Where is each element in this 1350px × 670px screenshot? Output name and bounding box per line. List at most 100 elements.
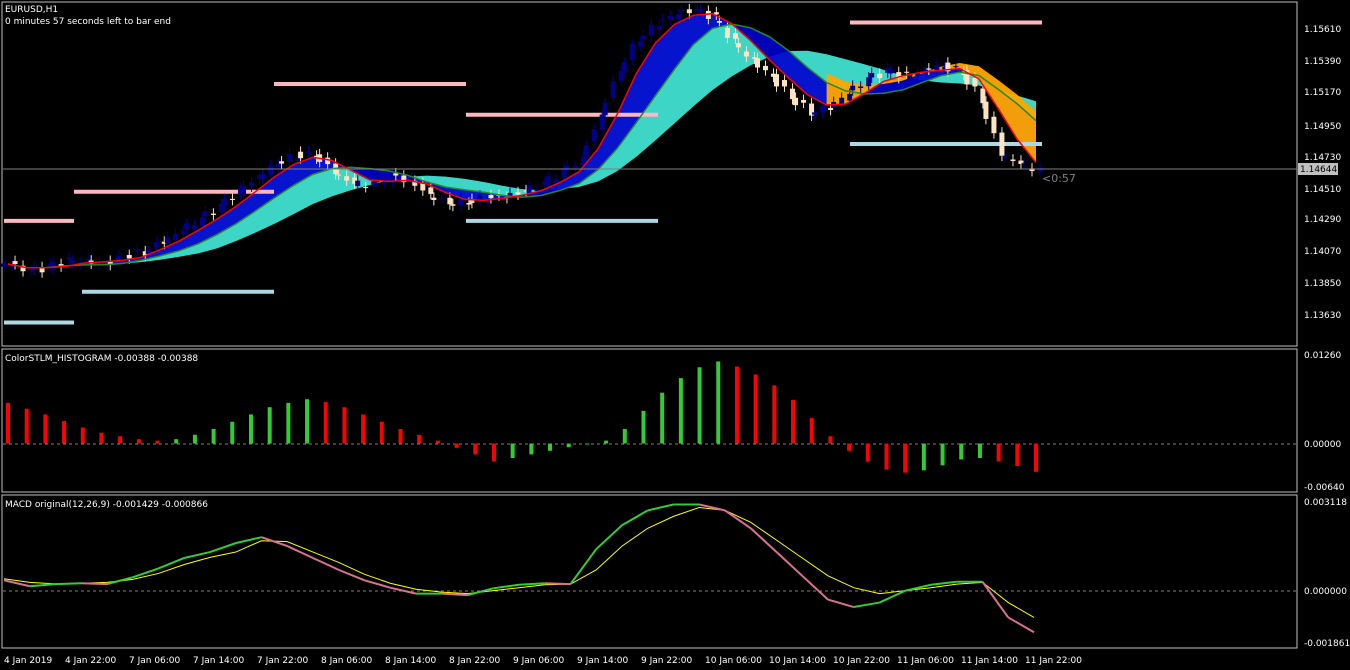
bear-candle xyxy=(716,20,722,23)
price-tick: 1.15610 xyxy=(1304,25,1341,35)
bull-candle xyxy=(667,15,673,20)
histogram-bar xyxy=(417,434,422,444)
histogram-bar xyxy=(678,378,683,444)
bull-candle xyxy=(306,151,312,153)
bear-candle xyxy=(980,88,986,104)
histogram-bar xyxy=(454,443,459,448)
bull-candle xyxy=(409,177,415,180)
bear-candle xyxy=(298,151,304,159)
bull-candle xyxy=(602,102,608,116)
bull-candle xyxy=(295,158,301,161)
bear-candle xyxy=(793,97,799,106)
bull-candle xyxy=(199,217,205,226)
histogram-bar xyxy=(24,408,29,444)
bear-candle xyxy=(126,254,132,259)
bar-timer-text: 0 minutes 57 seconds left to bar end xyxy=(5,17,171,27)
bear-candle xyxy=(999,132,1005,156)
histogram-bar xyxy=(62,421,67,444)
price-tick: 1.13630 xyxy=(1304,311,1341,321)
bull-candle xyxy=(812,112,818,115)
macd-tick: 0.003118 xyxy=(1304,498,1347,508)
histogram-tick: 0.01260 xyxy=(1304,351,1341,361)
bull-candle xyxy=(276,163,282,168)
bear-candle xyxy=(447,197,453,205)
price-tick: 1.14510 xyxy=(1304,185,1341,195)
histogram-bar xyxy=(6,402,10,444)
time-tick: 9 Jan 14:00 xyxy=(577,656,629,666)
bear-candle xyxy=(790,88,796,100)
histogram-bar xyxy=(286,402,291,444)
bull-candle xyxy=(618,70,624,81)
price-tick: 1.13850 xyxy=(1304,279,1341,289)
histogram-bar xyxy=(1015,443,1020,467)
price-tick: 1.14950 xyxy=(1304,122,1341,132)
histogram-bar xyxy=(230,421,235,444)
bear-candle xyxy=(515,192,521,195)
bull-candle xyxy=(382,182,388,184)
price-tick: 1.15390 xyxy=(1304,57,1341,67)
bull-candle xyxy=(847,93,853,101)
time-tick: 10 Jan 14:00 xyxy=(769,656,826,666)
histogram-bar xyxy=(136,439,141,444)
bull-candle xyxy=(599,114,605,130)
bear-candle xyxy=(724,27,730,38)
macd-title: MACD original(12,26,9) -0.001429 -0.0008… xyxy=(5,500,208,510)
macd-tick: 0.000000 xyxy=(1304,587,1347,597)
histogram-bar xyxy=(379,421,384,444)
bull-candle xyxy=(248,182,254,187)
bear-candle xyxy=(754,58,760,68)
bar-countdown: <0:57 xyxy=(1042,172,1076,185)
bear-candle xyxy=(450,204,456,206)
bull-candle xyxy=(439,197,445,199)
price-tick: 1.14730 xyxy=(1304,153,1341,163)
macd-main-segment xyxy=(81,582,108,586)
bear-candle xyxy=(229,198,235,200)
time-tick: 4 Jan 22:00 xyxy=(65,656,117,666)
bull-candle xyxy=(858,86,864,88)
histogram-bar xyxy=(1034,443,1038,472)
histogram-bar xyxy=(248,414,253,444)
bear-candle xyxy=(735,43,741,48)
bull-candle xyxy=(66,257,72,260)
bull-candle xyxy=(610,81,616,98)
bear-candle xyxy=(325,157,331,165)
bull-candle xyxy=(572,165,578,169)
bear-candle xyxy=(431,197,437,201)
histogram-bar xyxy=(772,385,777,444)
bear-candle xyxy=(877,73,883,79)
histogram-bar xyxy=(809,418,814,444)
time-tick: 10 Jan 06:00 xyxy=(705,656,762,666)
histogram-bar xyxy=(80,427,85,444)
bull-candle xyxy=(153,242,159,248)
price-tick: 1.14070 xyxy=(1304,247,1341,257)
bull-candle xyxy=(1021,162,1027,164)
macd-tick: -0.001861 xyxy=(1304,639,1350,649)
bear-candle xyxy=(983,101,989,119)
histogram-bar xyxy=(192,434,197,444)
bull-candle xyxy=(115,255,121,261)
bull-candle xyxy=(591,129,597,142)
bear-candle xyxy=(782,80,788,87)
histogram-tick: 0.00000 xyxy=(1304,440,1341,450)
bull-candle xyxy=(355,180,361,187)
bear-candle xyxy=(762,65,768,71)
bull-candle xyxy=(221,199,227,207)
bull-candle xyxy=(1,263,7,267)
bull-candle xyxy=(934,64,940,71)
histogram-bar xyxy=(604,440,609,444)
bull-candle xyxy=(629,44,635,60)
time-tick: 4 Jan 2019 xyxy=(4,656,52,666)
histogram-bar xyxy=(43,414,48,444)
bull-candle xyxy=(697,8,703,12)
histogram-bar xyxy=(361,414,366,444)
histogram-bar xyxy=(211,428,216,444)
bull-candle xyxy=(659,19,665,21)
bear-candle xyxy=(926,68,932,70)
bear-candle xyxy=(732,33,738,39)
price-tick: 1.15170 xyxy=(1304,88,1341,98)
bull-candle xyxy=(850,85,856,91)
macd-main-segment xyxy=(544,582,571,586)
bull-candle xyxy=(820,106,826,113)
time-tick: 9 Jan 22:00 xyxy=(641,656,693,666)
bull-candle xyxy=(953,66,959,68)
